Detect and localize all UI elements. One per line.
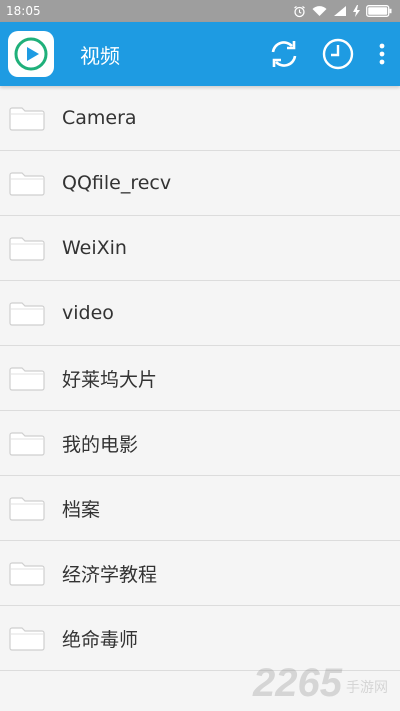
battery-icon: [366, 5, 392, 17]
folder-item[interactable]: video: [0, 281, 400, 346]
watermark: 2265 手游网: [253, 663, 388, 703]
folder-icon: [9, 562, 45, 586]
folder-item[interactable]: 经济学教程: [0, 541, 400, 606]
folder-icon: [9, 432, 45, 456]
folder-item[interactable]: QQfile_recv: [0, 151, 400, 216]
folder-icon: [9, 627, 45, 651]
folder-item[interactable]: WeiXin: [0, 216, 400, 281]
history-button[interactable]: [316, 32, 360, 76]
status-icons: [293, 5, 392, 18]
folder-icon: [9, 172, 45, 196]
history-clock-icon: [322, 38, 354, 70]
alarm-icon: [294, 5, 305, 17]
folder-item[interactable]: 我的电影: [0, 411, 400, 476]
watermark-text: 手游网: [346, 680, 388, 696]
video-play-icon: [14, 37, 48, 71]
status-bar: 18:05: [0, 0, 400, 22]
folder-icon: [9, 237, 45, 261]
folder-icon: [9, 107, 45, 131]
app-title: 视频: [80, 43, 120, 68]
refresh-button[interactable]: [262, 32, 306, 76]
folder-label: video: [62, 302, 114, 324]
folder-icon: [9, 497, 45, 521]
folder-label: Camera: [62, 107, 137, 129]
refresh-icon: [271, 41, 297, 67]
more-button[interactable]: [372, 32, 392, 76]
folder-label: 我的电影: [62, 433, 139, 456]
more-vert-icon: [379, 43, 385, 65]
folder-item[interactable]: 好莱坞大片: [0, 346, 400, 411]
folder-label: 绝命毒师: [62, 628, 139, 651]
folder-item[interactable]: Camera: [0, 86, 400, 151]
status-time: 18:05: [6, 4, 41, 18]
app-logo[interactable]: [8, 31, 54, 77]
folder-label: 经济学教程: [62, 563, 158, 586]
watermark-number: 2265: [253, 661, 342, 705]
folder-label: 档案: [62, 498, 101, 521]
folder-item[interactable]: 档案: [0, 476, 400, 541]
folder-label: WeiXin: [62, 237, 127, 259]
folder-list: Camera QQfile_recv WeiXin video 好莱坞大片 我的…: [0, 86, 400, 671]
app-bar: 视频: [0, 22, 400, 86]
signal-icon: [334, 6, 346, 16]
folder-icon: [9, 367, 45, 391]
charging-icon: [353, 5, 360, 17]
folder-label: 好莱坞大片: [62, 368, 158, 391]
folder-icon: [9, 302, 45, 326]
wifi-icon: [312, 6, 327, 16]
folder-label: QQfile_recv: [62, 172, 172, 194]
